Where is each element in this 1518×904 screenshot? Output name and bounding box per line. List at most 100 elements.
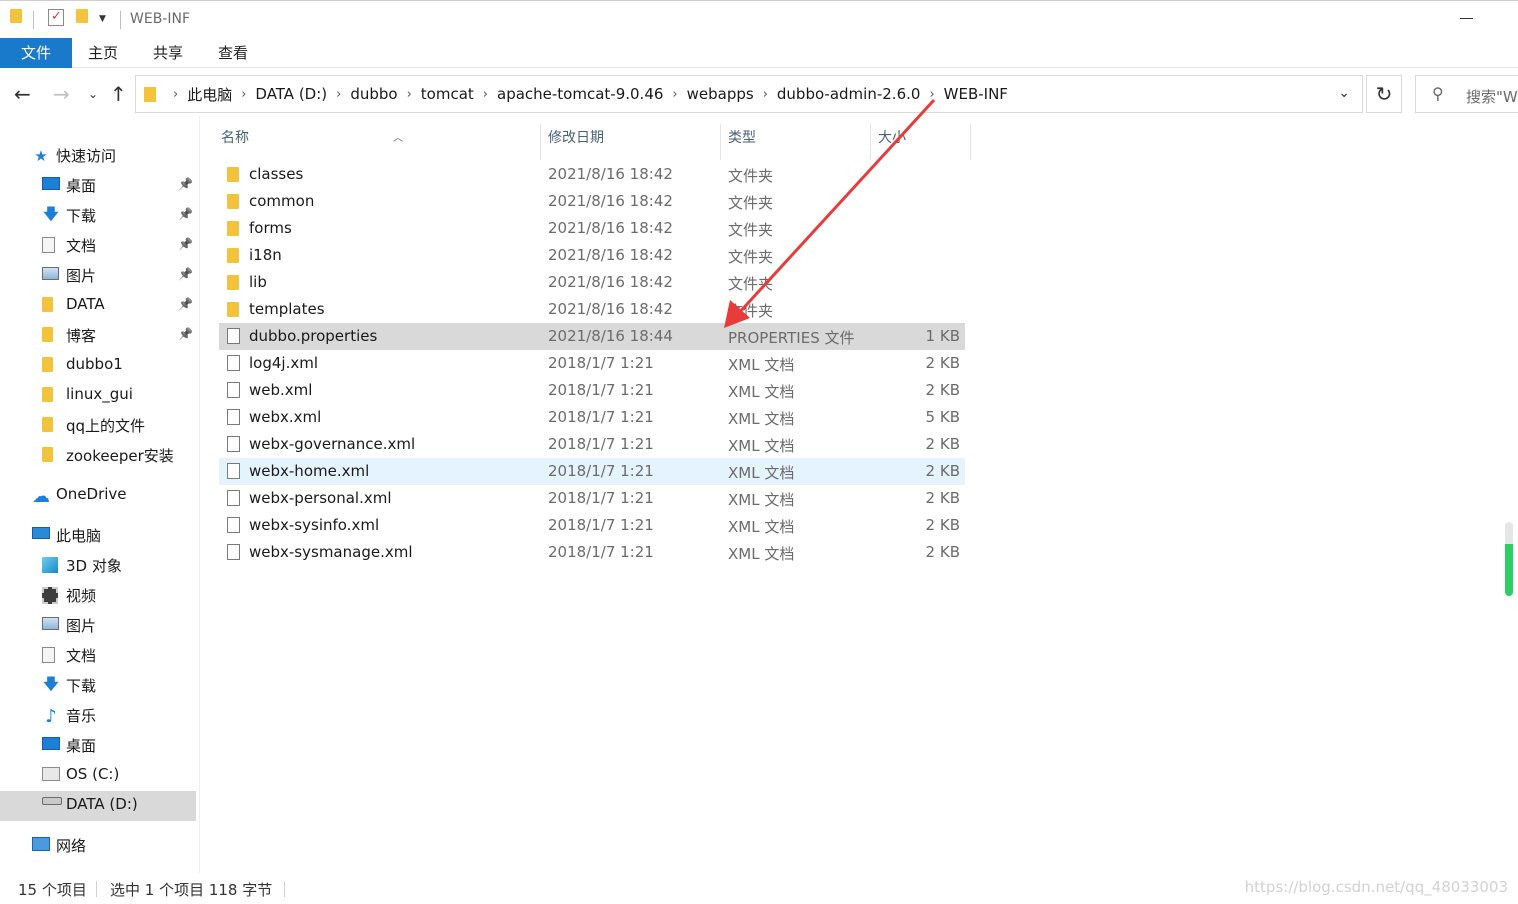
column-header-date[interactable]: 修改日期 [548, 124, 718, 160]
sidebar-item-quick-5[interactable]: 博客 📌 [0, 321, 196, 351]
pin-icon[interactable]: 📌 [178, 207, 193, 221]
chevron-right-icon[interactable]: › [336, 87, 341, 102]
sidebar-onedrive[interactable]: ☁ OneDrive [0, 481, 196, 511]
refresh-button[interactable]: ↻ [1366, 75, 1402, 113]
sidebar-item-quick-2[interactable]: 文档 📌 [0, 231, 196, 261]
pin-icon[interactable]: 📌 [178, 267, 193, 281]
breadcrumb-item[interactable]: apache-tomcat-9.0.46 [497, 85, 663, 103]
folder-row[interactable]: forms 2021/8/16 18:42 文件夹 [219, 215, 965, 242]
sidebar-item-pc-7[interactable]: OS (C:) [0, 761, 196, 791]
chevron-right-icon[interactable]: › [763, 87, 768, 102]
chevron-right-icon[interactable]: › [241, 87, 246, 102]
column-divider[interactable] [970, 124, 971, 160]
navigation-bar: ← → ⌄ ↑ › 此电脑 › DATA (D:) › dubbo › tomcat › apac… [0, 72, 1518, 116]
chevron-right-icon[interactable]: › [407, 87, 412, 102]
file-row[interactable]: webx-governance.xml 2018/1/7 1:21 XML 文档 2 … [219, 431, 965, 458]
sidebar-item-quick-0[interactable]: 桌面 📌 [0, 171, 196, 201]
tab-file[interactable]: 文件 [0, 38, 72, 68]
chevron-down-icon[interactable]: ⌄ [1338, 85, 1350, 101]
folder-icon [42, 417, 53, 432]
sidebar-quick-access[interactable]: ★ 快速访问 [0, 141, 196, 171]
file-row[interactable]: log4j.xml 2018/1/7 1:21 XML 文档 2 KB [219, 350, 965, 377]
sidebar-item-quick-6[interactable]: dubbo1 [0, 351, 196, 381]
file-type: XML 文档 [728, 491, 795, 509]
folder-row[interactable]: i18n 2021/8/16 18:42 文件夹 [219, 242, 965, 269]
column-divider[interactable] [720, 124, 721, 160]
sidebar-item-pc-0[interactable]: 3D 对象 [0, 551, 196, 581]
sidebar-item-label: linux_gui [66, 385, 133, 403]
folder-row[interactable]: classes 2021/8/16 18:42 文件夹 [219, 161, 965, 188]
sidebar-item-label: qq上的文件 [66, 417, 146, 435]
forward-arrow-icon[interactable]: → [53, 82, 70, 106]
pin-icon[interactable]: 📌 [178, 327, 193, 341]
column-divider[interactable] [540, 124, 541, 160]
breadcrumb-item[interactable]: tomcat [421, 85, 474, 103]
file-size: 2 KB [925, 381, 960, 399]
sidebar-item-quick-7[interactable]: linux_gui [0, 381, 196, 411]
column-header-size[interactable]: 大小 [878, 124, 968, 160]
sidebar-item-pc-5[interactable]: ♪ 音乐 [0, 701, 196, 731]
tab-share[interactable]: 共享 [147, 38, 189, 68]
chevron-right-icon[interactable]: › [173, 87, 178, 102]
breadcrumb-item[interactable]: DATA (D:) [255, 85, 327, 103]
breadcrumb-item[interactable]: dubbo-admin-2.6.0 [777, 85, 921, 103]
folder-row[interactable]: templates 2021/8/16 18:42 文件夹 [219, 296, 965, 323]
sidebar-item-pc-1[interactable]: 视频 [0, 581, 196, 611]
sidebar-item-pc-4[interactable]: 🡇 下载 [0, 671, 196, 701]
search-input[interactable]: ⚲ 搜索"W [1415, 75, 1518, 113]
recent-locations-chevron-icon[interactable]: ⌄ [88, 87, 98, 101]
sidebar-item-pc-3[interactable]: 文档 [0, 641, 196, 671]
breadcrumb-item[interactable]: dubbo [350, 85, 397, 103]
chevron-right-icon[interactable]: › [483, 87, 488, 102]
file-date: 2021/8/16 18:42 [548, 273, 673, 291]
scrollbar[interactable] [1505, 522, 1513, 596]
column-header-type[interactable]: 类型 [728, 124, 868, 160]
sidebar-item-pc-2[interactable]: 图片 [0, 611, 196, 641]
column-divider[interactable] [870, 124, 871, 160]
pin-icon[interactable]: 📌 [178, 297, 193, 311]
breadcrumb-item[interactable]: WEB-INF [944, 85, 1008, 103]
tab-home[interactable]: 主页 [82, 38, 124, 68]
sidebar-this-pc[interactable]: 此电脑 [0, 521, 196, 551]
chevron-right-icon[interactable]: › [929, 87, 934, 102]
sidebar-item-quick-3[interactable]: 图片 📌 [0, 261, 196, 291]
file-row[interactable]: webx-sysinfo.xml 2018/1/7 1:21 XML 文档 2 KB [219, 512, 965, 539]
file-name: webx-sysinfo.xml [249, 516, 380, 534]
file-type: XML 文档 [728, 410, 795, 428]
pin-icon[interactable]: 📌 [178, 237, 193, 251]
folder-row[interactable]: lib 2021/8/16 18:42 文件夹 [219, 269, 965, 296]
sidebar-item-pc-6[interactable]: 桌面 [0, 731, 196, 761]
file-row[interactable]: webx.xml 2018/1/7 1:21 XML 文档 5 KB [219, 404, 965, 431]
file-icon [227, 544, 240, 560]
file-icon [227, 382, 240, 398]
tab-view[interactable]: 查看 [212, 38, 254, 68]
up-arrow-icon[interactable]: ↑ [110, 82, 127, 106]
sidebar-item-pc-8[interactable]: DATA (D:) [0, 791, 196, 821]
chevron-right-icon[interactable]: › [672, 87, 677, 102]
sidebar-network[interactable]: 网络 [0, 831, 196, 861]
folder-row[interactable]: common 2021/8/16 18:42 文件夹 [219, 188, 965, 215]
breadcrumb-item[interactable]: 此电脑 [187, 84, 232, 105]
document-icon [42, 647, 55, 663]
new-folder-icon[interactable] [76, 9, 88, 23]
file-row[interactable]: dubbo.properties 2021/8/16 18:44 PROPERTIE… [219, 323, 965, 350]
properties-icon[interactable] [48, 9, 64, 26]
sidebar-item-quick-8[interactable]: qq上的文件 [0, 411, 196, 441]
file-row[interactable]: webx-home.xml 2018/1/7 1:21 XML 文档 2 KB [219, 458, 965, 485]
file-type: XML 文档 [728, 464, 795, 482]
back-arrow-icon[interactable]: ← [14, 82, 31, 106]
file-row[interactable]: webx-personal.xml 2018/1/7 1:21 XML 文档 2 KB [219, 485, 965, 512]
column-header-name[interactable]: 名称 ︿ [221, 124, 539, 160]
sidebar-item-quick-1[interactable]: 🡇 下载 📌 [0, 201, 196, 231]
quick-access-folder-icon[interactable] [10, 9, 22, 23]
breadcrumb-item[interactable]: webapps [687, 85, 754, 103]
file-row[interactable]: webx-sysmanage.xml 2018/1/7 1:21 XML 文档 2 K… [219, 539, 965, 566]
customize-toolbar-icon[interactable]: ▼ [99, 14, 106, 24]
sidebar-item-quick-4[interactable]: DATA 📌 [0, 291, 196, 321]
sidebar-item-label: DATA [66, 295, 105, 313]
minimize-button[interactable] [1460, 18, 1473, 19]
pin-icon[interactable]: 📌 [178, 177, 193, 191]
sidebar-item-quick-9[interactable]: zookeeper安装 [0, 441, 196, 471]
file-row[interactable]: web.xml 2018/1/7 1:21 XML 文档 2 KB [219, 377, 965, 404]
address-bar[interactable]: › 此电脑 › DATA (D:) › dubbo › tomcat › apache-tomca… [135, 75, 1363, 113]
